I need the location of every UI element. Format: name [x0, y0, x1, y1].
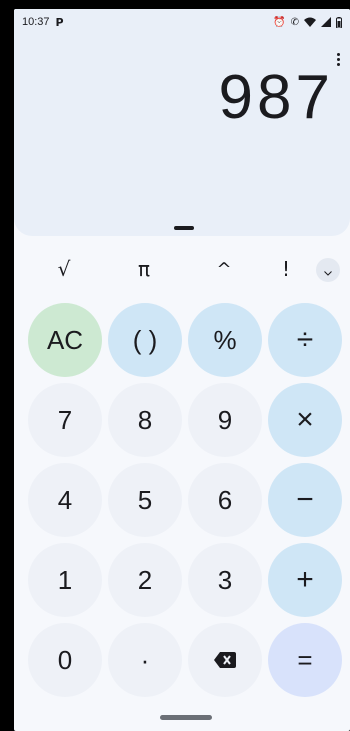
signal-icon: [321, 17, 331, 27]
divide-label: ÷: [296, 323, 314, 356]
digit-4-label: 4: [57, 484, 73, 515]
digit-7-button[interactable]: 7: [28, 383, 102, 457]
battery-icon: [336, 16, 342, 28]
subtract-button[interactable]: −: [268, 463, 342, 537]
display-panel: 10:37 P ⏰ ✆ 987: [14, 9, 350, 236]
wifi-icon: [304, 17, 316, 27]
equals-label: =: [297, 644, 313, 675]
digit-1-label: 1: [57, 564, 73, 595]
multiply-label: ×: [296, 403, 314, 436]
digit-0-label: 0: [57, 644, 73, 675]
add-button[interactable]: +: [268, 543, 342, 617]
decimal-label: ·: [140, 644, 150, 675]
percent-button[interactable]: %: [188, 303, 262, 377]
pay-icon: P: [55, 15, 64, 29]
digit-6-button[interactable]: 6: [188, 463, 262, 537]
pi-button[interactable]: π: [124, 251, 164, 287]
navigation-handle[interactable]: [160, 715, 212, 720]
digit-5-label: 5: [137, 484, 153, 515]
result-display: 987: [218, 63, 334, 132]
clear-label: AC: [46, 324, 84, 355]
digit-9-label: 9: [217, 404, 233, 435]
percent-label: %: [213, 324, 237, 355]
digit-8-label: 8: [137, 404, 153, 435]
digit-4-button[interactable]: 4: [28, 463, 102, 537]
status-time: 10:37: [22, 16, 50, 28]
sqrt-button[interactable]: √: [44, 251, 84, 287]
backspace-button[interactable]: [188, 623, 262, 697]
status-left: 10:37 P: [22, 16, 64, 29]
clear-button[interactable]: AC: [28, 303, 102, 377]
divide-button[interactable]: ÷: [268, 303, 342, 377]
status-right: ⏰ ✆: [273, 16, 342, 28]
parentheses-button[interactable]: ( ): [108, 303, 182, 377]
parentheses-label: ( ): [132, 324, 158, 355]
expand-button[interactable]: [316, 258, 340, 282]
scientific-row: √ π ^ !: [14, 251, 350, 287]
chevron-down-icon: [324, 261, 332, 280]
subtract-label: −: [296, 483, 314, 516]
status-bar: 10:37 P ⏰ ✆: [14, 9, 350, 35]
multiply-button[interactable]: ×: [268, 383, 342, 457]
digit-9-button[interactable]: 9: [188, 383, 262, 457]
device-frame: 10:37 P ⏰ ✆ 987 √ π ^ ! AC () % ÷ 7 8 9…: [0, 0, 350, 731]
equals-button[interactable]: =: [268, 623, 342, 697]
calculator-screen: 10:37 P ⏰ ✆ 987 √ π ^ ! AC () % ÷ 7 8 9…: [14, 9, 350, 731]
digit-0-button[interactable]: 0: [28, 623, 102, 697]
digit-6-label: 6: [217, 484, 233, 515]
digit-3-button[interactable]: 3: [188, 543, 262, 617]
digit-1-button[interactable]: 1: [28, 543, 102, 617]
digit-2-label: 2: [137, 564, 153, 595]
add-label: +: [296, 563, 314, 596]
drag-handle[interactable]: [174, 226, 194, 230]
alarm-icon: ⏰: [273, 16, 286, 28]
digit-5-button[interactable]: 5: [108, 463, 182, 537]
digit-8-button[interactable]: 8: [108, 383, 182, 457]
backspace-icon: [214, 652, 236, 668]
power-button[interactable]: ^: [204, 251, 244, 287]
digit-3-label: 3: [217, 564, 233, 595]
decimal-button[interactable]: ·: [108, 623, 182, 697]
digit-2-button[interactable]: 2: [108, 543, 182, 617]
factorial-button[interactable]: !: [266, 251, 306, 287]
digit-7-label: 7: [57, 404, 73, 435]
call-icon: ✆: [290, 16, 299, 28]
